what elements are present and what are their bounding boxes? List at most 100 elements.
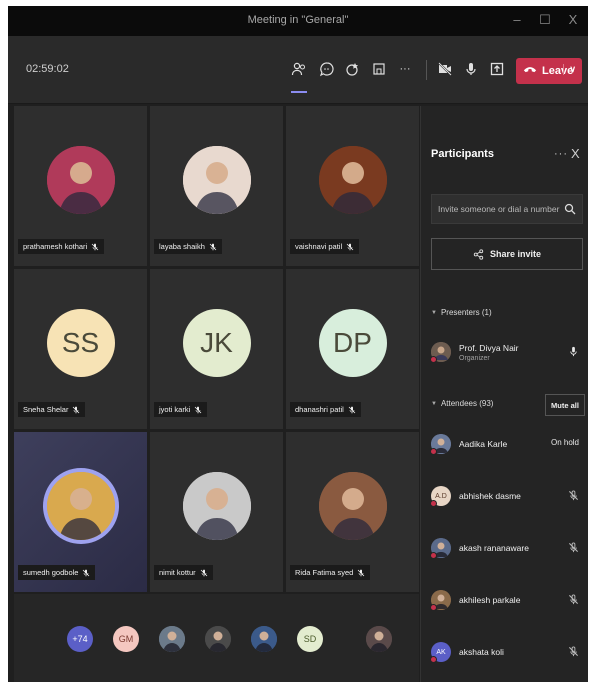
avatar	[46, 146, 115, 214]
leave-button[interactable]: Leave ∨	[516, 58, 582, 84]
participant-name: jyoti karki	[159, 405, 191, 414]
attendees-section-header[interactable]: ▼ Attendees (93)	[431, 399, 493, 408]
participant-name-tag: Rida Fatima syed	[290, 565, 371, 580]
avatar-initials: DP	[333, 327, 372, 358]
close-window-button[interactable]: X	[566, 12, 580, 28]
close-panel-button[interactable]: X	[571, 146, 580, 161]
participant-row[interactable]: Aadika Karle On hold	[430, 426, 581, 462]
avatar[interactable]: GM	[113, 626, 139, 652]
mute-all-button[interactable]: Mute all	[545, 394, 585, 416]
video-tile[interactable]: DP dhanashri patil	[286, 269, 419, 429]
participant-row[interactable]: Prof. Divya Nair Organizer	[430, 334, 581, 370]
avatar[interactable]	[366, 626, 392, 652]
avatar: SS	[46, 309, 115, 377]
avatar-initials: SS	[61, 327, 100, 358]
invite-input[interactable]	[438, 204, 560, 214]
avatar	[46, 472, 115, 540]
meeting-toolbar: 02:59:02 ··· Leave ∨	[8, 36, 588, 104]
participant-name: akhilesh parkale	[459, 595, 521, 605]
video-tile[interactable]: SS Sneha Shelar	[14, 269, 147, 429]
people-icon[interactable]	[288, 58, 310, 80]
mic-off-icon	[568, 542, 579, 555]
participant-name: abhishek dasme	[459, 491, 521, 501]
avatar[interactable]	[205, 626, 231, 652]
mic-off-icon	[348, 406, 356, 414]
attendees-label: Attendees (93)	[440, 399, 494, 408]
chevron-down-icon[interactable]: ∨	[563, 64, 576, 75]
chat-icon[interactable]	[316, 58, 338, 80]
avatar-initials: A.D	[435, 492, 447, 500]
participant-row[interactable]: AK akshata koli	[430, 634, 581, 670]
participants-panel: Participants ··· X Share invite ▼ Presen…	[420, 106, 588, 682]
participant-name-tag: sumedh godbole	[18, 565, 96, 580]
share-invite-button[interactable]: Share invite	[431, 238, 583, 270]
video-tile[interactable]: prathamesh kothari	[14, 106, 147, 266]
avatar[interactable]	[159, 626, 185, 652]
participant-name-tag: prathamesh kothari	[18, 239, 105, 254]
participant-name: layaba shaikh	[159, 242, 205, 251]
video-tile[interactable]: nimit kottur	[150, 432, 283, 592]
participant-name: sumedh godbole	[23, 568, 79, 577]
window-controls: – ☐ X	[510, 12, 580, 28]
participant-name-tag: jyoti karki	[154, 402, 208, 417]
mic-off-icon	[568, 490, 579, 503]
status-dot	[430, 552, 437, 559]
avatar[interactable]	[251, 626, 277, 652]
caret-down-icon: ▼	[431, 309, 437, 316]
status-dot	[430, 656, 437, 663]
participant-name: akshata koli	[459, 647, 504, 657]
participant-row[interactable]: akhilesh parkale	[430, 582, 581, 618]
overflow-participants-strip: +74 GM SD	[14, 594, 419, 682]
more-participants-badge[interactable]: +74	[67, 626, 93, 652]
mic-off-icon	[72, 406, 80, 414]
invite-search-field[interactable]	[431, 194, 583, 224]
participant-name: vaishnavi patil	[295, 242, 343, 251]
title-bar: Meeting in "General" – ☐ X	[8, 6, 588, 36]
participant-name: Prof. Divya Nair	[459, 342, 519, 353]
more-options-icon[interactable]: ···	[554, 148, 568, 160]
share-invite-label: Share invite	[489, 249, 542, 259]
video-tile[interactable]: JK jyoti karki	[150, 269, 283, 429]
avatar[interactable]: SD	[297, 626, 323, 652]
participant-row[interactable]: A.D abhishek dasme	[430, 478, 581, 514]
participant-name-tag: vaishnavi patil	[290, 239, 360, 254]
share-icon[interactable]	[486, 58, 508, 80]
avatar: DP	[318, 309, 387, 377]
avatar	[318, 146, 387, 214]
video-tile[interactable]: sumedh godbole	[14, 432, 147, 592]
caret-down-icon: ▼	[431, 400, 437, 407]
mic-off-icon	[82, 569, 90, 577]
mic-icon	[568, 346, 579, 359]
video-grid: prathamesh kothari layaba shaikh vaishnavi…	[14, 106, 419, 592]
meeting-timer: 02:59:02	[26, 63, 69, 75]
avatar: JK	[182, 309, 251, 377]
video-tile[interactable]: layaba shaikh	[150, 106, 283, 266]
avatar	[182, 472, 251, 540]
more-icon[interactable]: ···	[394, 58, 416, 80]
participant-name: Rida Fatima syed	[295, 568, 354, 577]
avatar	[182, 146, 251, 214]
teams-window: Meeting in "General" – ☐ X 02:59:02 ···	[8, 6, 588, 682]
mic-off-icon	[568, 594, 579, 607]
presenters-section-header[interactable]: ▼ Presenters (1)	[431, 308, 492, 317]
reactions-icon[interactable]	[342, 58, 364, 80]
participant-name: Aadika Karle	[459, 439, 508, 449]
avatar	[430, 342, 451, 363]
participant-name-tag: layaba shaikh	[154, 239, 222, 254]
rooms-icon[interactable]	[368, 58, 390, 80]
participant-role: Organizer	[459, 354, 490, 362]
toolbar-divider	[426, 60, 427, 80]
window-title: Meeting in "General"	[247, 14, 349, 26]
maximize-button[interactable]: ☐	[538, 12, 552, 28]
status-dot	[430, 448, 437, 455]
minimize-button[interactable]: –	[510, 12, 524, 28]
avatar	[318, 472, 387, 540]
video-tile[interactable]: vaishnavi patil	[286, 106, 419, 266]
status-dot	[430, 356, 437, 363]
mic-icon[interactable]	[460, 58, 482, 80]
mic-off-icon	[91, 243, 99, 251]
participant-name: dhanashri patil	[295, 405, 344, 414]
video-tile[interactable]: Rida Fatima syed	[286, 432, 419, 592]
camera-off-icon[interactable]	[434, 58, 456, 80]
participant-row[interactable]: akash rananaware	[430, 530, 581, 566]
